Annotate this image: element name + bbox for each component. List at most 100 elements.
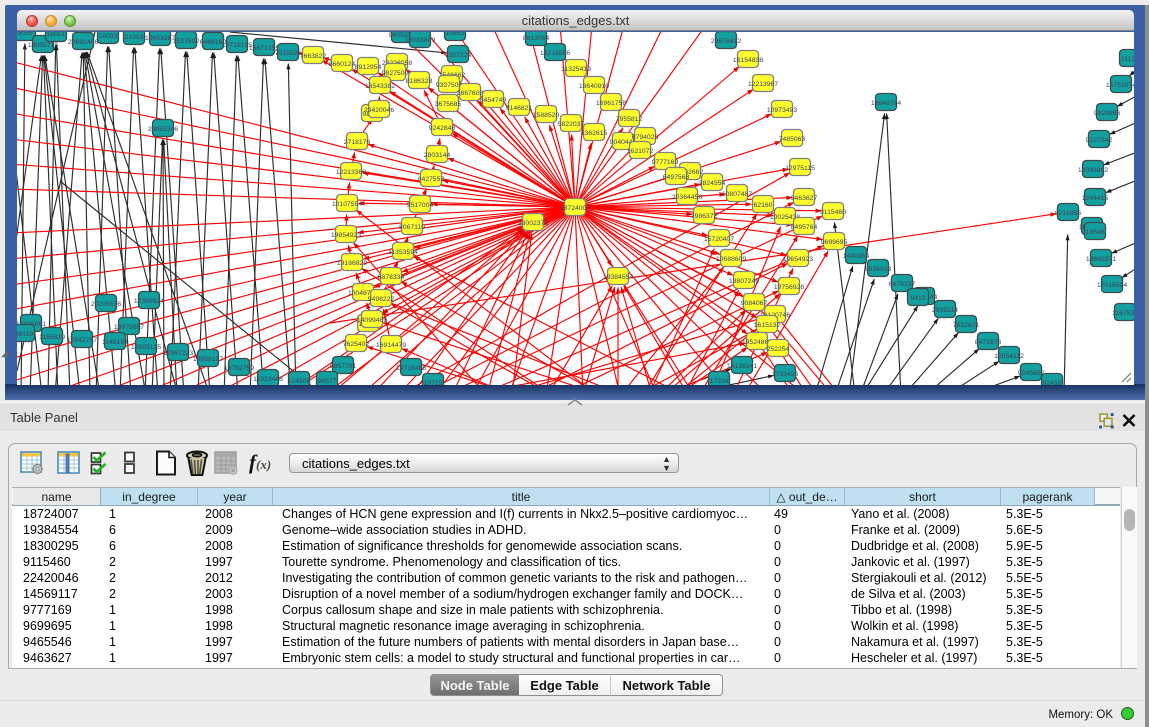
svg-text:16033809: 16033809	[405, 37, 435, 44]
svg-text:7357224: 7357224	[445, 52, 472, 59]
svg-text:16648784: 16648784	[871, 100, 901, 107]
svg-text:1440954: 1440954	[843, 253, 870, 260]
svg-text:16914479: 16914479	[376, 342, 406, 349]
svg-text:17016504: 17016504	[1097, 282, 1127, 289]
svg-text:16961758: 16961758	[596, 100, 626, 107]
svg-text:10688609: 10688609	[716, 256, 746, 263]
svg-text:7485063: 7485063	[779, 136, 806, 143]
svg-text:2718176: 2718176	[344, 139, 371, 146]
svg-text:21053: 21053	[125, 34, 144, 41]
svg-text:18640910: 18640910	[579, 83, 609, 90]
svg-text:7515526: 7515526	[275, 50, 302, 57]
svg-text:2803144: 2803144	[424, 152, 451, 159]
svg-text:7663822: 7663822	[300, 53, 327, 60]
svg-text:8878334: 8878334	[378, 274, 405, 281]
svg-text:10973493: 10973493	[767, 107, 797, 114]
svg-text:3675685: 3675685	[435, 101, 462, 108]
svg-text:252254: 252254	[767, 346, 790, 353]
svg-text:15751074: 15751074	[1106, 82, 1134, 89]
svg-text:14136141: 14136141	[727, 363, 757, 370]
svg-text:9857791: 9857791	[330, 363, 357, 370]
svg-text:92450: 92450	[1043, 380, 1062, 385]
svg-text:1244415: 1244415	[1082, 195, 1109, 202]
svg-text:12975115: 12975115	[785, 165, 815, 172]
svg-text:1527602: 1527602	[173, 38, 200, 45]
svg-text:10719155: 10719155	[222, 42, 252, 49]
svg-text:9084067: 9084067	[741, 300, 768, 307]
svg-text:11353594: 11353594	[388, 249, 418, 256]
svg-text:19854923: 19854923	[331, 232, 361, 239]
svg-text:11923448: 11923448	[253, 376, 283, 383]
svg-text:10807487: 10807487	[722, 191, 752, 198]
svg-text:18807249: 18807249	[729, 278, 759, 285]
svg-text:9055: 9055	[17, 32, 32, 37]
svg-text:12093862: 12093862	[1078, 167, 1108, 174]
svg-text:15720407: 15720407	[704, 236, 734, 243]
svg-text:11127: 11127	[1121, 56, 1134, 63]
svg-text:10975867: 10975867	[114, 324, 144, 331]
svg-text:124506: 124506	[288, 378, 311, 385]
svg-text:7986372: 7986372	[691, 213, 718, 220]
svg-text:6479197: 6479197	[889, 281, 916, 288]
svg-text:20691406: 20691406	[68, 39, 98, 46]
svg-text:14055713: 14055713	[28, 42, 58, 49]
svg-text:8454749: 8454749	[480, 97, 507, 104]
svg-text:17359924: 17359924	[134, 298, 164, 305]
svg-text:9463627: 9463627	[791, 195, 818, 202]
svg-text:6794028: 6794028	[632, 134, 659, 141]
svg-text:98577: 98577	[318, 378, 337, 385]
svg-text:9146821: 9146821	[506, 105, 533, 112]
svg-text:12213369: 12213369	[336, 169, 366, 176]
svg-text:19756928: 19756928	[774, 284, 804, 291]
svg-text:7625402: 7625402	[343, 341, 370, 348]
svg-text:9329966: 9329966	[1094, 110, 1121, 117]
svg-text:19654923: 19654923	[783, 256, 813, 263]
svg-text:9242848: 9242848	[429, 125, 456, 132]
svg-text:1362615: 1362615	[581, 130, 608, 137]
svg-text:10107554: 10107554	[332, 201, 362, 208]
svg-text:23002375: 23002375	[518, 220, 548, 227]
svg-text:8067110: 8067110	[399, 224, 425, 231]
svg-text:1145194: 1145194	[102, 339, 128, 346]
svg-text:9245652: 9245652	[1018, 370, 1045, 377]
svg-text:12505135: 12505135	[131, 344, 161, 351]
svg-text:1733426: 1733426	[772, 371, 799, 378]
svg-text:20364456: 20364456	[672, 194, 702, 201]
svg-text:1621072: 1621072	[627, 148, 654, 155]
svg-text:3824554: 3824554	[699, 180, 726, 187]
svg-text:39159: 39159	[17, 331, 34, 338]
svg-text:19718485: 19718485	[396, 365, 426, 372]
svg-text:19218586: 19218586	[540, 50, 570, 57]
svg-text:18051: 18051	[47, 32, 66, 38]
svg-text:8495764: 8495764	[791, 224, 818, 231]
svg-text:8813054: 8813054	[523, 35, 550, 42]
svg-text:8912954: 8912954	[355, 64, 382, 71]
svg-text:9412: 9412	[910, 295, 925, 302]
svg-text:7832621: 7832621	[953, 322, 980, 329]
svg-text:19384554: 19384554	[603, 274, 633, 281]
svg-text:20053346: 20053346	[148, 126, 178, 133]
svg-text:9227342: 9227342	[1086, 137, 1113, 144]
svg-text:2935114: 2935114	[932, 307, 958, 314]
svg-text:12213967: 12213967	[748, 81, 778, 88]
svg-text:5822037: 5822037	[558, 121, 585, 128]
svg-text:19166829: 19166829	[337, 260, 367, 267]
svg-text:18546: 18546	[1086, 229, 1105, 236]
svg-text:8471676: 8471676	[975, 339, 1002, 346]
svg-text:17957223: 17957223	[163, 350, 193, 357]
svg-text:9777169: 9777169	[652, 159, 679, 166]
svg-text:16033: 16033	[99, 33, 118, 40]
svg-text:1167533: 1167533	[1112, 310, 1134, 317]
svg-text:8215955: 8215955	[1055, 210, 1082, 217]
svg-text:62160: 62160	[754, 202, 773, 209]
svg-text:7955812: 7955812	[616, 116, 643, 123]
svg-text:23420046: 23420046	[364, 107, 394, 114]
svg-text:1615132: 1615132	[754, 322, 781, 329]
svg-text:9699695: 9699695	[821, 239, 848, 246]
svg-text:19715: 19715	[424, 380, 443, 385]
svg-text:16154838: 16154838	[733, 57, 763, 64]
svg-text:9517004: 9517004	[407, 202, 434, 209]
svg-text:20206536: 20206536	[91, 301, 121, 308]
svg-text:18724007: 18724007	[560, 205, 590, 212]
svg-text:9498222: 9498222	[368, 296, 395, 303]
